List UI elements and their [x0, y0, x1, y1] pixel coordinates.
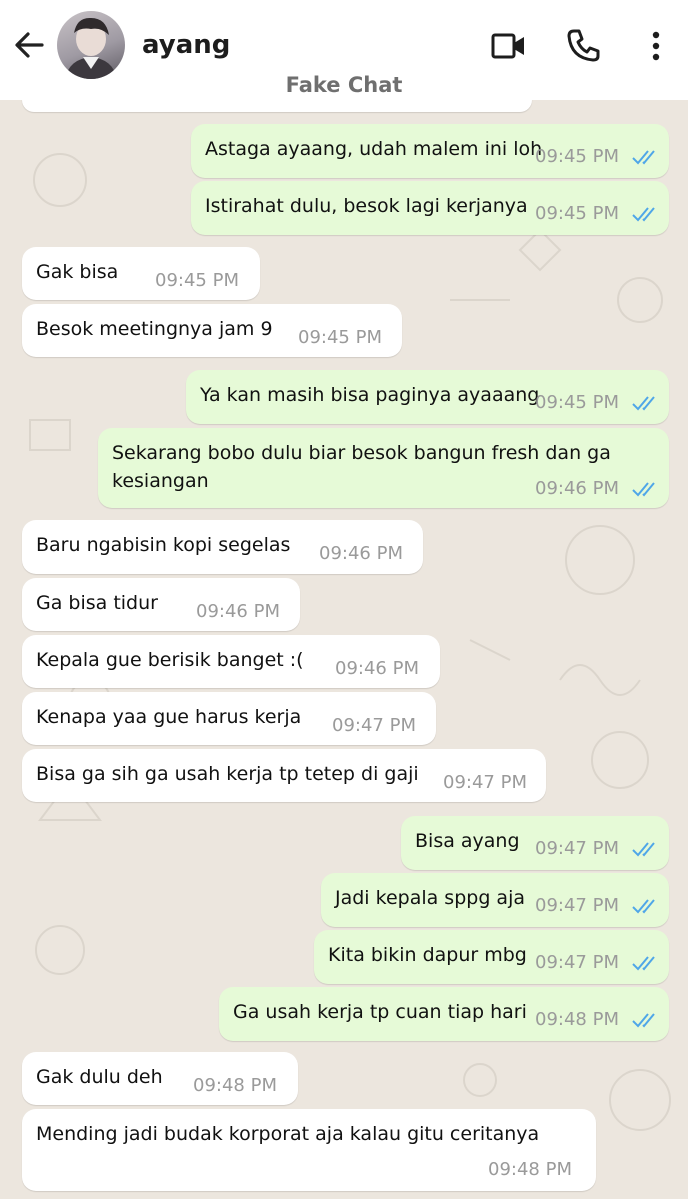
message-text: Gak bisa	[36, 261, 119, 283]
message-text: Astaga ayaang, udah malem ini loh	[205, 138, 543, 160]
message-bubble-incoming[interactable]: Mending jadi budak korporat aja kalau gi…	[22, 1109, 596, 1191]
chat-subtitle: Fake Chat	[285, 73, 403, 97]
message-text: Kita bikin dapur mbg	[328, 944, 527, 966]
message-text: Gak dulu deh	[36, 1066, 163, 1088]
more-vert-icon[interactable]	[646, 30, 666, 62]
read-receipt-icon	[632, 1013, 655, 1028]
message-text: Baru ngabisin kopi segelas	[36, 534, 291, 556]
video-call-icon[interactable]	[491, 31, 527, 61]
message-bubble-incoming[interactable]: Bisa ga sih ga usah kerja tp tetep di ga…	[22, 749, 546, 802]
message-text: Ga bisa tidur	[36, 592, 158, 614]
read-receipt-icon	[632, 207, 655, 222]
message-list[interactable]: Astaga ayaang, udah malem ini loh 09:45 …	[0, 100, 688, 1199]
message-text: Istirahat dulu, besok lagi kerjanya	[205, 195, 528, 217]
message-bubble-outgoing[interactable]: Sekarang bobo dulu biar besok bangun fre…	[98, 428, 669, 508]
message-time: 09:48 PM	[193, 1075, 277, 1096]
contact-avatar[interactable]	[57, 11, 125, 79]
read-receipt-icon	[632, 956, 655, 971]
message-bubble-outgoing[interactable]: Istirahat dulu, besok lagi kerjanya 09:4…	[191, 181, 669, 235]
message-bubble-outgoing[interactable]: Ya kan masih bisa paginya ayaaang 09:45 …	[186, 370, 669, 424]
message-text: Ya kan masih bisa paginya ayaaang	[200, 384, 540, 406]
message-text: Ga usah kerja tp cuan tiap hari	[233, 1001, 527, 1023]
partial-message-bubble	[22, 100, 532, 112]
read-receipt-icon	[632, 842, 655, 857]
message-text: Sekarang bobo dulu biar besok bangun fre…	[112, 442, 611, 464]
message-time: 09:48 PM	[535, 1009, 619, 1030]
message-time: 09:46 PM	[535, 478, 619, 499]
message-bubble-incoming[interactable]: Baru ngabisin kopi segelas 09:46 PM	[22, 520, 423, 574]
message-time: 09:45 PM	[535, 146, 619, 167]
chat-header: ayang Fake Chat	[0, 0, 688, 100]
message-bubble-outgoing[interactable]: Kita bikin dapur mbg 09:47 PM	[314, 930, 669, 984]
message-text: Kenapa yaa gue harus kerja	[36, 706, 302, 728]
message-bubble-outgoing[interactable]: Jadi kepala sppg aja 09:47 PM	[321, 873, 669, 927]
message-text-line-2: kesiangan	[112, 470, 209, 492]
message-bubble-outgoing[interactable]: Astaga ayaang, udah malem ini loh 09:45 …	[191, 124, 669, 178]
message-bubble-incoming[interactable]: Ga bisa tidur 09:46 PM	[22, 578, 300, 631]
message-time: 09:45 PM	[535, 203, 619, 224]
message-text: Bisa ga sih ga usah kerja tp tetep di ga…	[36, 763, 419, 785]
message-bubble-incoming[interactable]: Gak dulu deh 09:48 PM	[22, 1052, 298, 1105]
read-receipt-icon	[632, 150, 655, 165]
message-text: Mending jadi budak korporat aja kalau gi…	[36, 1123, 540, 1145]
avatar-photo	[65, 17, 117, 79]
read-receipt-icon	[632, 899, 655, 914]
read-receipt-icon	[632, 396, 655, 411]
message-text: Kepala gue berisik banget :(	[36, 649, 304, 671]
message-bubble-incoming[interactable]: Kenapa yaa gue harus kerja 09:47 PM	[22, 692, 436, 745]
message-bubble-outgoing[interactable]: Ga usah kerja tp cuan tiap hari 09:48 PM	[219, 987, 669, 1041]
message-bubble-outgoing[interactable]: Bisa ayang 09:47 PM	[401, 816, 669, 870]
message-time: 09:46 PM	[196, 601, 280, 622]
message-time: 09:46 PM	[335, 658, 419, 679]
back-arrow-icon[interactable]	[12, 28, 46, 62]
message-time: 09:47 PM	[535, 952, 619, 973]
message-time: 09:46 PM	[319, 543, 403, 564]
message-time: 09:45 PM	[535, 392, 619, 413]
message-time: 09:47 PM	[332, 715, 416, 736]
message-bubble-incoming[interactable]: Besok meetingnya jam 9 09:45 PM	[22, 304, 402, 357]
message-text: Bisa ayang	[415, 830, 520, 852]
message-time: 09:45 PM	[298, 327, 382, 348]
message-time: 09:47 PM	[535, 838, 619, 859]
message-time: 09:45 PM	[155, 270, 239, 291]
message-bubble-incoming[interactable]: Kepala gue berisik banget :( 09:46 PM	[22, 635, 440, 688]
contact-name[interactable]: ayang	[142, 30, 230, 60]
message-time: 09:47 PM	[535, 895, 619, 916]
message-time: 09:47 PM	[443, 772, 527, 793]
read-receipt-icon	[632, 482, 655, 497]
message-bubble-incoming[interactable]: Gak bisa 09:45 PM	[22, 247, 260, 300]
phone-icon[interactable]	[566, 28, 600, 62]
message-text: Besok meetingnya jam 9	[36, 318, 273, 340]
message-text: Jadi kepala sppg aja	[335, 887, 525, 909]
message-time: 09:48 PM	[488, 1159, 572, 1180]
